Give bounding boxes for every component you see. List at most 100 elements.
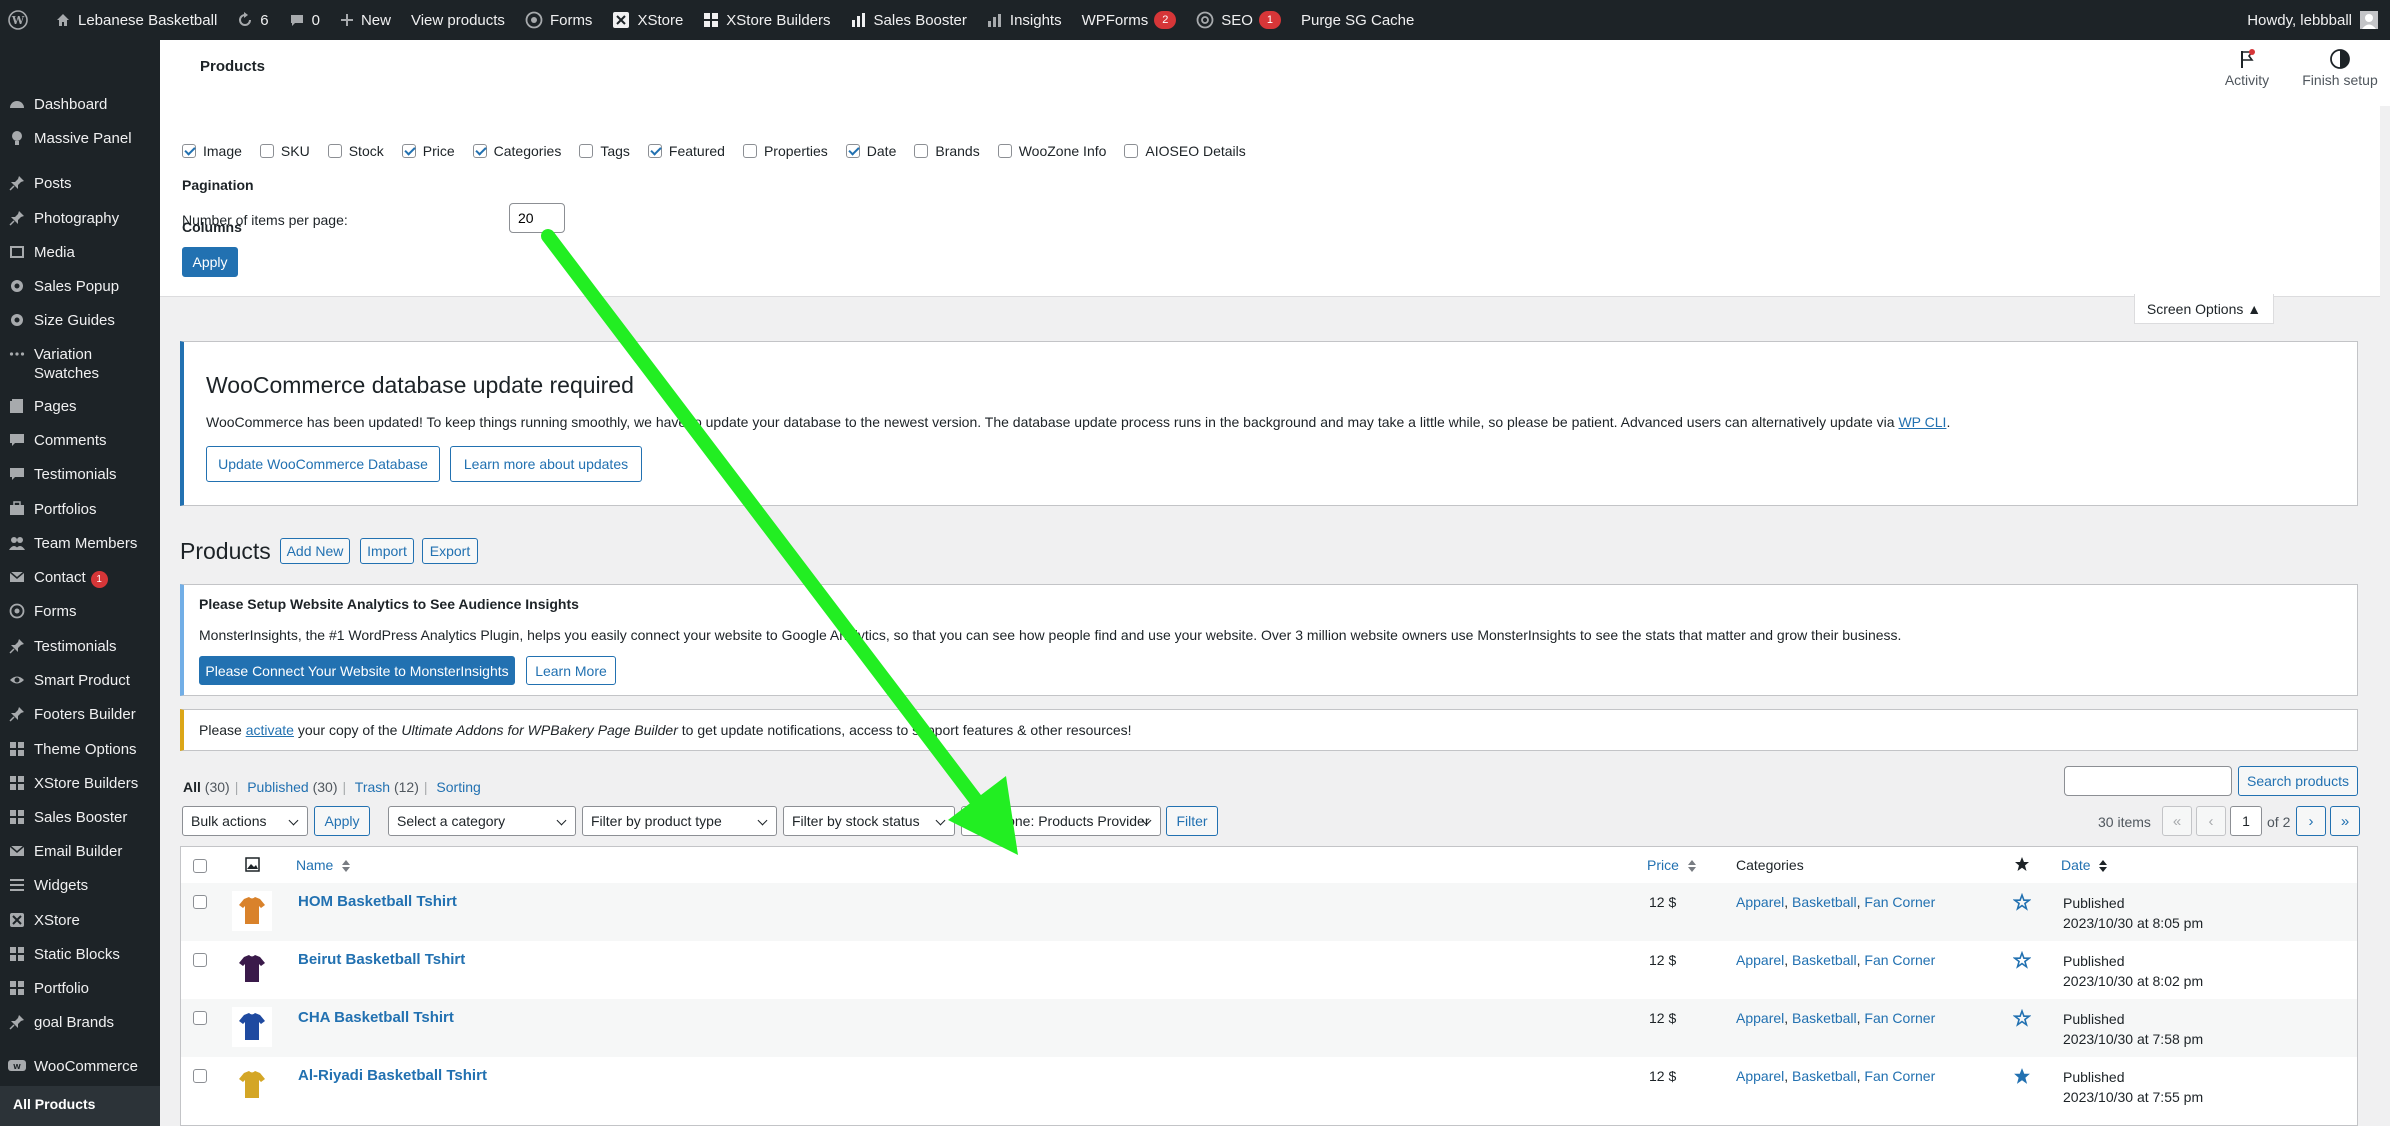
new-content-link[interactable]: New [330,0,401,40]
comments-link[interactable]: 0 [279,0,330,40]
price-column-header[interactable]: Price [1647,857,1696,873]
search-products-input[interactable] [2064,766,2232,796]
category-link[interactable]: Apparel [1736,952,1784,968]
sidebar-item-sales-booster[interactable]: Sales Booster [0,808,160,827]
column-toggle-categories[interactable]: Categories [472,143,561,159]
checkbox[interactable] [182,144,196,158]
sidebar-item-footers-builder[interactable]: Footers Builder [0,705,160,724]
category-link[interactable]: Apparel [1736,1010,1784,1026]
row-checkbox[interactable] [193,953,207,967]
sidebar-item-smart-product[interactable]: Smart Product [0,671,160,690]
per-page-input[interactable] [509,203,565,233]
xstore-builders-link[interactable]: XStore Builders [693,0,840,40]
first-page-button[interactable]: « [2162,806,2192,836]
sidebar-item-variation-swatches[interactable]: Variation Swatches [0,345,160,383]
date-column-header[interactable]: Date [2061,857,2108,873]
sidebar-item-contact[interactable]: Contact 1 [0,568,160,588]
screen-options-apply-button[interactable]: Apply [182,247,238,277]
category-link[interactable]: Apparel [1736,894,1784,910]
mi-learn-more-button[interactable]: Learn More [526,656,616,685]
checkbox[interactable] [647,144,662,158]
sidebar-item-photography[interactable]: Photography [0,209,160,228]
checkbox[interactable] [401,144,416,158]
category-link[interactable]: Fan Corner [1864,1010,1935,1026]
category-link[interactable]: Fan Corner [1864,894,1935,910]
column-toggle-woozone-info[interactable]: WooZone Info [997,143,1106,159]
update-woocommerce-database-button[interactable]: Update WooCommerce Database [206,446,440,482]
column-toggle-brands[interactable]: Brands [914,143,980,159]
sidebar-item-dashboard[interactable]: Dashboard [0,95,160,114]
sidebar-item-widgets[interactable]: Widgets [0,876,160,895]
import-button[interactable]: Import [360,538,414,564]
wpforms-link[interactable]: WPForms 2 [1072,0,1187,40]
product-thumbnail[interactable] [232,949,272,989]
name-column-header[interactable]: Name [296,857,351,873]
add-new-button[interactable]: Add New [280,538,350,564]
category-link[interactable]: Basketball [1792,1068,1857,1084]
column-toggle-price[interactable]: Price [401,143,455,159]
sidebar-item-testimonials[interactable]: Testimonials [0,637,160,656]
next-page-button[interactable]: › [2296,806,2326,836]
wp-cli-link[interactable]: WP CLI [1898,414,1946,430]
updates-link[interactable]: 6 [227,0,278,40]
sidebar-item-goal-brands[interactable]: goal Brands [0,1013,160,1032]
category-link[interactable]: Fan Corner [1864,1068,1935,1084]
sidebar-item-comments[interactable]: Comments [0,431,160,450]
activate-link[interactable]: activate [246,722,294,738]
product-name-link[interactable]: HOM Basketball Tshirt [298,893,457,910]
view-products-link[interactable]: View products [401,0,515,40]
search-products-button[interactable]: Search products [2238,766,2358,796]
column-toggle-date[interactable]: Date [845,143,896,159]
column-toggle-stock[interactable]: Stock [327,143,384,159]
sidebar-item-email-builder[interactable]: Email Builder [0,842,160,861]
woozone-provider-select[interactable]: WooZone: Products Provider [961,806,1161,836]
column-toggle-properties[interactable]: Properties [742,143,828,159]
product-thumbnail[interactable] [232,1007,272,1047]
featured-column-star-icon[interactable] [2014,856,2030,875]
product-thumbnail[interactable] [232,1065,272,1105]
sidebar-item-portfolios[interactable]: Portfolios [0,500,160,519]
current-page-input[interactable]: 1 [2230,806,2262,836]
forms-link[interactable]: Forms [515,0,603,40]
view-published-link[interactable]: Published (30) [247,779,337,795]
sidebar-item-posts[interactable]: Posts [0,174,160,193]
sidebar-item-testimonials[interactable]: Testimonials [0,465,160,484]
column-toggle-featured[interactable]: Featured [647,143,725,159]
connect-monsterinsights-button[interactable]: Please Connect Your Website to MonsterIn… [199,656,515,685]
stock-status-filter-select[interactable]: Filter by stock status [783,806,955,836]
checkbox[interactable] [845,144,860,158]
view-all-link[interactable]: All (30) [183,779,230,795]
seo-link[interactable]: SEO 1 [1186,0,1291,40]
sidebar-item-static-blocks[interactable]: Static Blocks [0,945,160,964]
featured-star-icon[interactable] [2013,1067,2031,1088]
view-sorting-link[interactable]: Sorting [436,779,480,795]
submenu-all-products[interactable]: All Products [0,1086,160,1112]
my-account[interactable]: Howdy, lebbball [2247,11,2390,29]
xstore-link[interactable]: XStore [602,0,693,40]
bulk-actions-select[interactable]: Bulk actions [182,806,308,836]
checkbox[interactable] [327,144,342,158]
featured-star-icon[interactable] [2012,892,2032,914]
column-toggle-tags[interactable]: Tags [579,143,630,159]
sidebar-item-pages[interactable]: Pages [0,397,160,416]
category-link[interactable]: Apparel [1736,1068,1784,1084]
sidebar-item-massive-panel[interactable]: Massive Panel [0,129,160,148]
product-thumbnail[interactable] [232,891,272,931]
view-trash-link[interactable]: Trash (12) [355,779,419,795]
product-name-link[interactable]: Beirut Basketball Tshirt [298,951,465,968]
screen-options-toggle[interactable]: Screen Options ▲ [2134,294,2274,324]
featured-star-icon[interactable] [2012,950,2032,972]
row-checkbox[interactable] [193,895,207,909]
sidebar-item-woocommerce[interactable]: W WooCommerce [0,1057,160,1076]
featured-star-icon[interactable] [2012,1008,2032,1030]
column-toggle-image[interactable]: Image [182,143,242,159]
finish-setup-button[interactable]: Finish setup [2290,48,2390,88]
bulk-apply-button[interactable]: Apply [314,806,370,836]
insights-link[interactable]: Insights [977,0,1072,40]
checkbox[interactable] [1124,144,1139,158]
export-button[interactable]: Export [422,538,478,564]
checkbox[interactable] [472,144,487,158]
sidebar-item-portfolio[interactable]: Portfolio [0,979,160,998]
sidebar-item-xstore[interactable]: XStore [0,911,160,930]
activity-button[interactable]: Activity [2207,48,2287,88]
